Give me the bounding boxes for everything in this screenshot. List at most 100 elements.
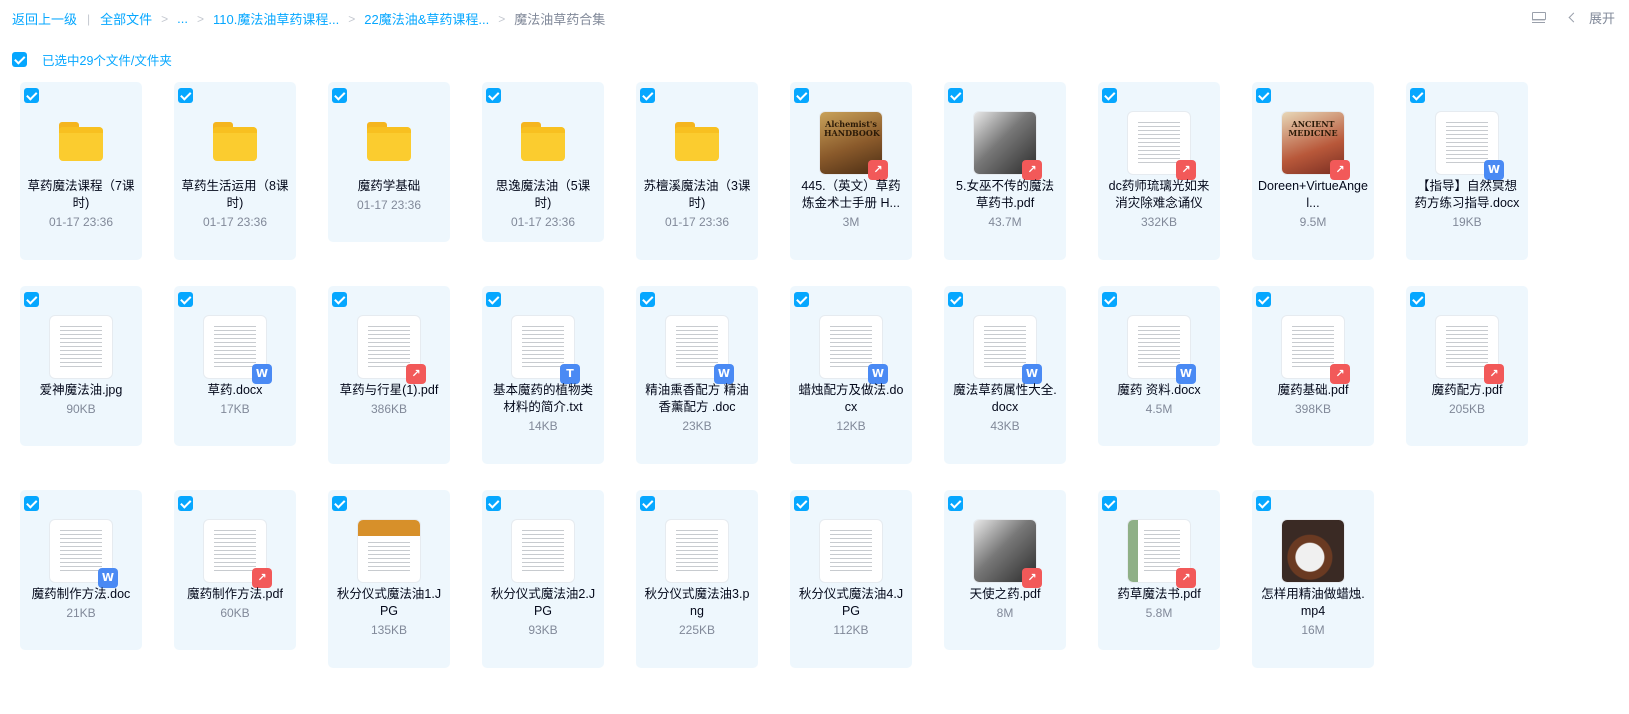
item-checkbox[interactable] bbox=[794, 88, 809, 103]
item-checkbox[interactable] bbox=[640, 88, 655, 103]
word-badge-icon: W bbox=[1022, 364, 1042, 384]
selection-count-label: 已选中29个文件/文件夹 bbox=[42, 54, 172, 68]
file-item[interactable]: ↗ 草药与行星(1).pdf 386KB bbox=[328, 286, 450, 464]
item-caption: 蜡烛配方及做法.docx 12KB bbox=[796, 382, 906, 435]
item-caption: 魔药学基础 01-17 23:36 bbox=[334, 178, 444, 214]
file-item[interactable]: 秋分仪式魔法油4.JPG 112KB bbox=[790, 490, 912, 668]
item-name: 草药魔法课程（7课时) bbox=[27, 179, 135, 210]
item-thumbnail bbox=[204, 112, 266, 174]
select-all-checkbox[interactable] bbox=[12, 52, 27, 67]
file-item[interactable]: ANCIENT MEDICINE ↗ Doreen+VirtueAngel... 9.… bbox=[1252, 82, 1374, 260]
breadcrumb-path-1[interactable]: 110.魔法油草药课程... bbox=[213, 9, 339, 28]
folder-item[interactable]: 魔药学基础 01-17 23:36 bbox=[328, 82, 450, 242]
item-thumbnail: ↗ bbox=[204, 520, 272, 588]
item-checkbox[interactable] bbox=[332, 292, 347, 307]
item-name: 5.女巫不传的魔法草药书.pdf bbox=[956, 179, 1054, 210]
file-item[interactable]: W 【指导】自然冥想药方练习指导.docx 19KB bbox=[1406, 82, 1528, 260]
expand-button[interactable]: 展开 bbox=[1568, 8, 1615, 27]
item-checkbox[interactable] bbox=[948, 88, 963, 103]
file-item[interactable]: ↗ 天使之药.pdf 8M bbox=[944, 490, 1066, 650]
file-item[interactable]: T 基本魔药的植物类材料的简介.txt 14KB bbox=[482, 286, 604, 464]
file-item[interactable]: 秋分仪式魔法油2.JPG 93KB bbox=[482, 490, 604, 668]
breadcrumb-all-files[interactable]: 全部文件 bbox=[100, 9, 152, 28]
item-checkbox[interactable] bbox=[794, 496, 809, 511]
item-checkbox[interactable] bbox=[1410, 292, 1425, 307]
file-item[interactable]: ↗ 药草魔法书.pdf 5.8M bbox=[1098, 490, 1220, 650]
item-size: 60KB bbox=[220, 606, 250, 620]
breadcrumb-separator: > bbox=[161, 11, 169, 26]
file-item[interactable]: ↗ 5.女巫不传的魔法草药书.pdf 43.7M bbox=[944, 82, 1066, 260]
item-checkbox[interactable] bbox=[1102, 496, 1117, 511]
item-thumbnail bbox=[666, 520, 728, 582]
file-item[interactable]: 爱神魔法油.jpg 90KB bbox=[20, 286, 142, 446]
breadcrumb-divider: | bbox=[87, 11, 91, 26]
item-checkbox[interactable] bbox=[486, 88, 501, 103]
file-item[interactable]: 秋分仪式魔法油3.png 225KB bbox=[636, 490, 758, 668]
item-checkbox[interactable] bbox=[332, 88, 347, 103]
item-checkbox[interactable] bbox=[794, 292, 809, 307]
item-checkbox[interactable] bbox=[1256, 292, 1271, 307]
file-item[interactable]: W 魔法草药属性大全.docx 43KB bbox=[944, 286, 1066, 464]
folder-item[interactable]: 草药生活运用（8课时) 01-17 23:36 bbox=[174, 82, 296, 260]
file-item[interactable]: ↗ 魔药基础.pdf 398KB bbox=[1252, 286, 1374, 446]
item-checkbox[interactable] bbox=[1102, 292, 1117, 307]
item-size: 112KB bbox=[833, 623, 869, 637]
item-checkbox[interactable] bbox=[178, 496, 193, 511]
file-item[interactable]: Alchemist's HANDBOOK ↗ 445.（英文）草药炼金术士手册 H.… bbox=[790, 82, 912, 260]
item-checkbox[interactable] bbox=[948, 496, 963, 511]
file-item[interactable]: 怎样用精油做蜡烛.mp4 16M bbox=[1252, 490, 1374, 668]
item-checkbox[interactable] bbox=[178, 88, 193, 103]
item-caption: Doreen+VirtueAngel... 9.5M bbox=[1258, 178, 1368, 231]
item-checkbox[interactable] bbox=[640, 292, 655, 307]
item-checkbox[interactable] bbox=[1410, 88, 1425, 103]
item-checkbox[interactable] bbox=[332, 496, 347, 511]
folder-icon bbox=[675, 122, 719, 161]
item-size: 332KB bbox=[1140, 215, 1178, 229]
item-checkbox[interactable] bbox=[486, 496, 501, 511]
item-checkbox[interactable] bbox=[24, 496, 39, 511]
file-item[interactable]: W 蜡烛配方及做法.docx 12KB bbox=[790, 286, 912, 464]
file-item[interactable]: W 草药.docx 17KB bbox=[174, 286, 296, 446]
folder-item[interactable]: 思逸魔法油（5课时) 01-17 23:36 bbox=[482, 82, 604, 242]
item-checkbox[interactable] bbox=[178, 292, 193, 307]
item-checkbox[interactable] bbox=[24, 292, 39, 307]
folder-icon bbox=[59, 122, 103, 161]
file-item[interactable]: ↗ dc药师琉璃光如来消灾除难念诵仪 332KB bbox=[1098, 82, 1220, 260]
item-thumbnail bbox=[512, 112, 574, 174]
folder-item[interactable]: 草药魔法课程（7课时) 01-17 23:36 bbox=[20, 82, 142, 260]
item-thumbnail bbox=[50, 112, 112, 174]
video-preview bbox=[1282, 520, 1344, 582]
item-name: 445.（英文）草药炼金术士手册 H... bbox=[801, 179, 901, 210]
item-size: 135KB bbox=[370, 623, 408, 637]
item-name: 魔药制作方法.doc bbox=[31, 587, 131, 601]
item-size: 12KB bbox=[836, 419, 866, 433]
breadcrumb-path-2[interactable]: 22魔法油&草药课程... bbox=[364, 9, 489, 28]
file-item[interactable]: W 魔药 资料.docx 4.5M bbox=[1098, 286, 1220, 446]
file-item[interactable]: W 魔药制作方法.doc 21KB bbox=[20, 490, 142, 650]
pdf-badge-icon: ↗ bbox=[1176, 568, 1196, 588]
breadcrumb-ellipsis[interactable]: ... bbox=[177, 11, 188, 26]
item-checkbox[interactable] bbox=[1256, 496, 1271, 511]
item-name: 魔药配方.pdf bbox=[1431, 383, 1503, 397]
item-checkbox[interactable] bbox=[24, 88, 39, 103]
item-name: Doreen+VirtueAngel... bbox=[1258, 179, 1368, 210]
item-checkbox[interactable] bbox=[640, 496, 655, 511]
item-size: 386KB bbox=[370, 402, 408, 416]
item-caption: 魔法草药属性大全.docx 43KB bbox=[950, 382, 1060, 435]
file-item[interactable]: 秋分仪式魔法油1.JPG 135KB bbox=[328, 490, 450, 668]
item-name: 精油熏香配方 精油香薰配方 .doc bbox=[645, 383, 749, 414]
file-item[interactable]: ↗ 魔药制作方法.pdf 60KB bbox=[174, 490, 296, 650]
item-checkbox[interactable] bbox=[948, 292, 963, 307]
file-item[interactable]: ↗ 魔药配方.pdf 205KB bbox=[1406, 286, 1528, 446]
item-checkbox[interactable] bbox=[1256, 88, 1271, 103]
folder-item[interactable]: 苏檀溪魔法油（3课时) 01-17 23:36 bbox=[636, 82, 758, 260]
back-link[interactable]: 返回上一级 bbox=[12, 9, 77, 28]
file-item[interactable]: W 精油熏香配方 精油香薰配方 .doc 23KB bbox=[636, 286, 758, 464]
item-caption: dc药师琉璃光如来消灾除难念诵仪 332KB bbox=[1104, 178, 1214, 231]
list-view-icon[interactable] bbox=[1531, 11, 1546, 24]
item-size: 8M bbox=[996, 606, 1014, 620]
item-checkbox[interactable] bbox=[1102, 88, 1117, 103]
pdf-badge-icon: ↗ bbox=[406, 364, 426, 384]
item-checkbox[interactable] bbox=[486, 292, 501, 307]
item-thumbnail: W bbox=[1128, 316, 1196, 384]
